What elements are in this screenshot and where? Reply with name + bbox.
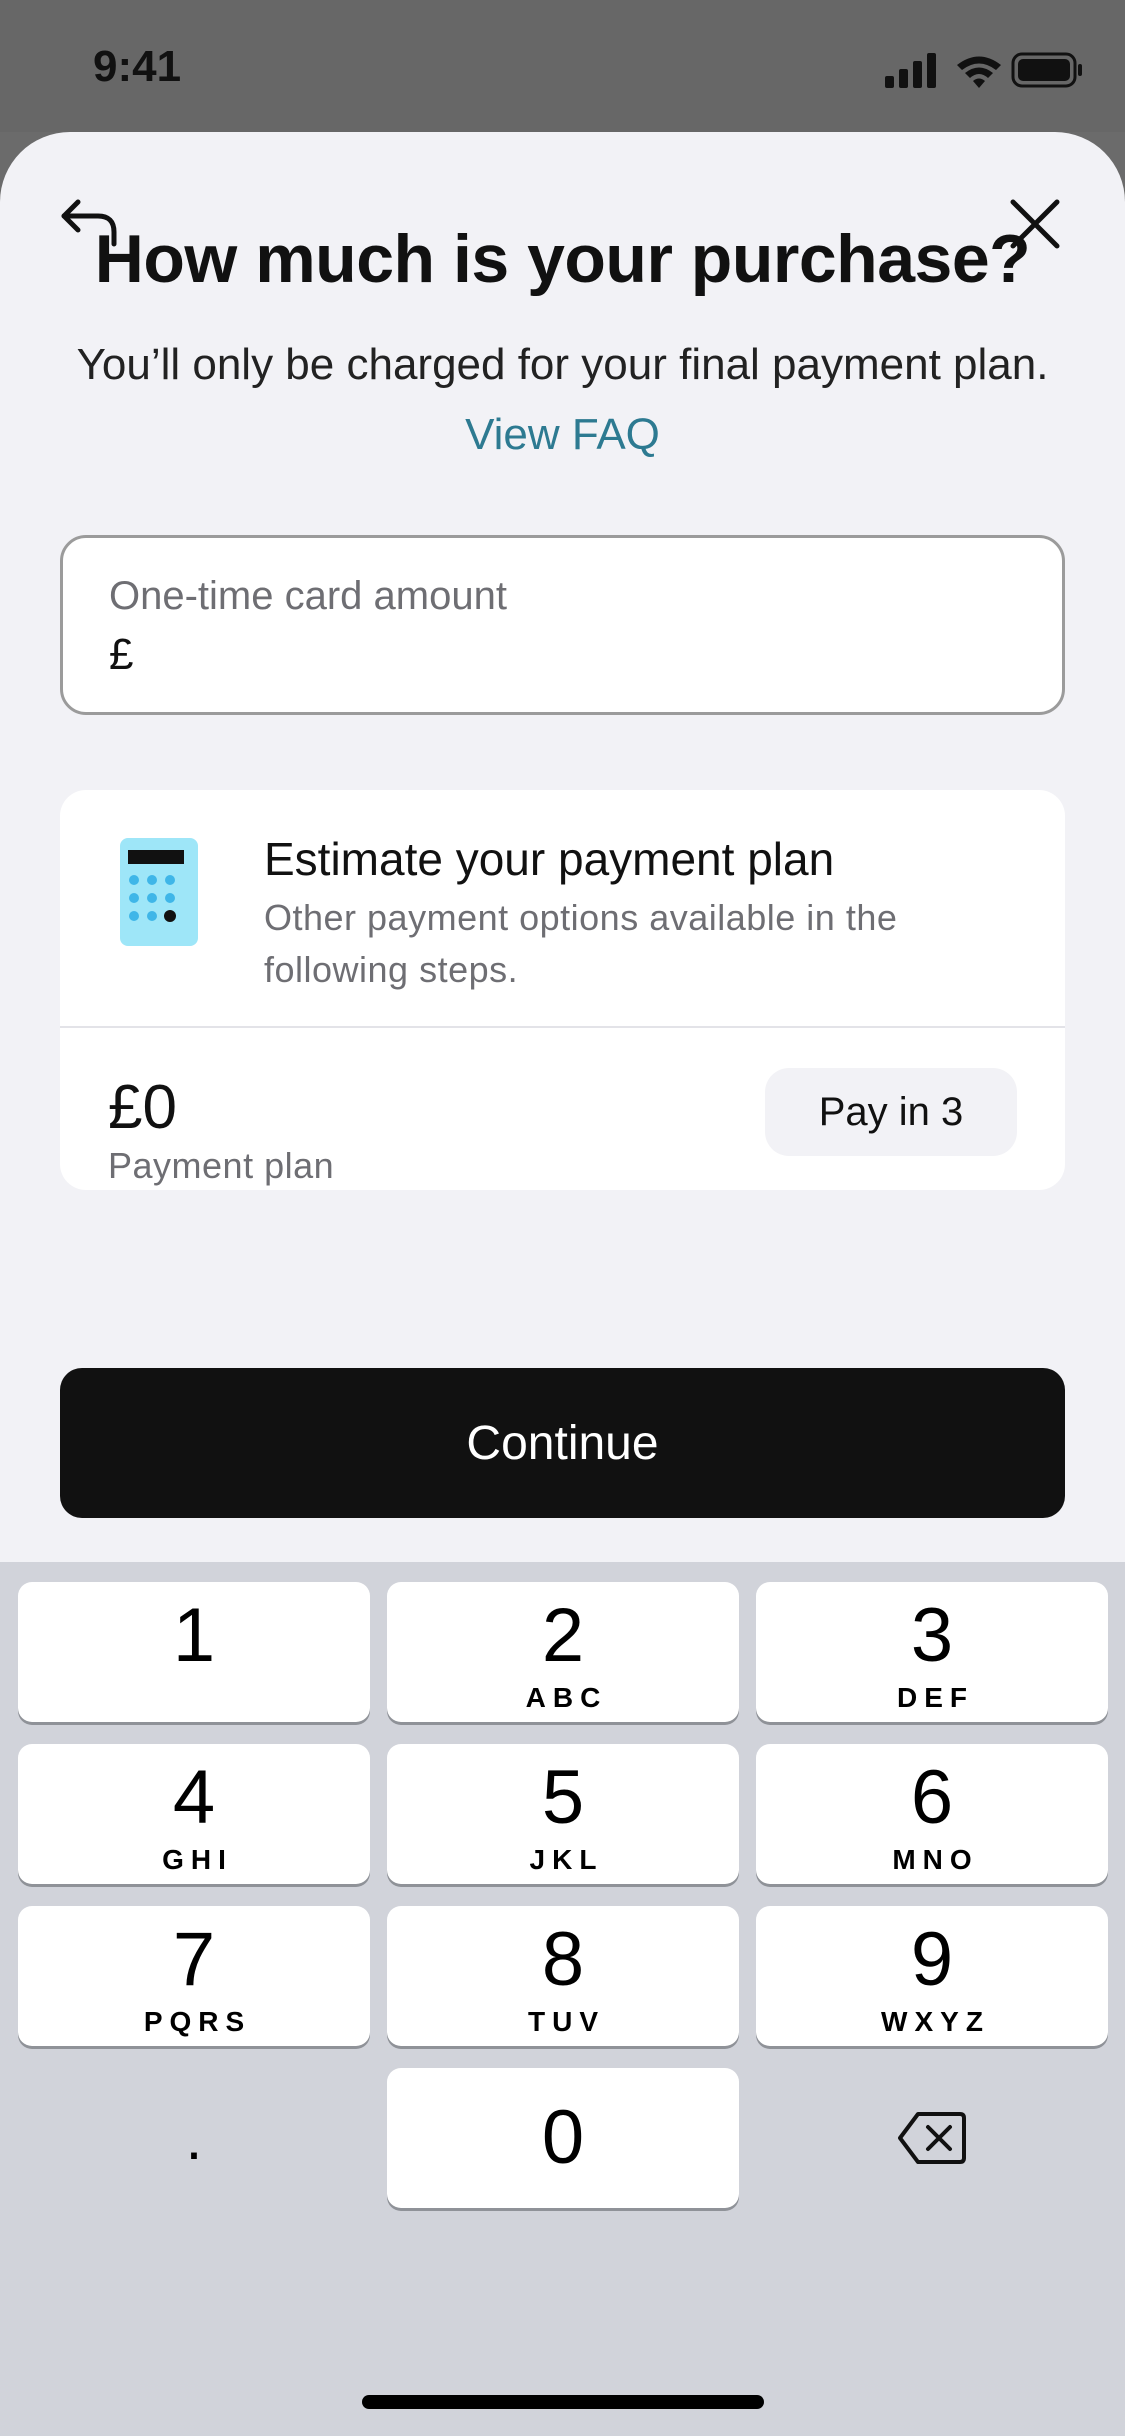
payment-plan-card: Estimate your payment plan Other payment… — [60, 790, 1065, 1190]
key-digit: 4 — [172, 1755, 216, 1840]
home-indicator[interactable] — [362, 2395, 764, 2409]
amount-field-label: One-time card amount — [109, 574, 507, 618]
wifi-icon — [957, 56, 1001, 88]
key-digit: 8 — [541, 1917, 585, 2002]
key-8[interactable]: 8 TUV — [387, 1906, 739, 2046]
page-title: How much is your purchase? — [94, 221, 1031, 297]
key-delete[interactable] — [756, 2068, 1108, 2208]
key-4[interactable]: 4 GHI — [18, 1744, 370, 1884]
key-2[interactable]: 2 ABC — [387, 1582, 739, 1722]
pay-in-3-button[interactable]: Pay in 3 — [765, 1068, 1017, 1156]
cellular-signal-icon — [885, 53, 936, 88]
key-decimal[interactable]: . — [18, 2068, 370, 2208]
plan-heading: Estimate your payment plan — [264, 833, 835, 885]
plan-description: Other payment options available in the f… — [264, 897, 898, 990]
key-digit: 2 — [541, 1593, 585, 1678]
key-letters: ABC — [525, 1682, 608, 1713]
plan-card-header: Estimate your payment plan Other payment… — [60, 790, 1065, 1028]
key-9[interactable]: 9 WXYZ — [756, 1906, 1108, 2046]
key-5[interactable]: 5 JKL — [387, 1744, 739, 1884]
key-digit: 7 — [172, 1917, 216, 2002]
amount-input[interactable] — [143, 628, 1043, 688]
key-3[interactable]: 3 DEF — [756, 1582, 1108, 1722]
key-digit: 6 — [910, 1755, 954, 1840]
battery-icon — [1011, 52, 1082, 88]
status-bar: 9:41 — [0, 0, 1125, 132]
view-faq-link[interactable]: View FAQ — [465, 410, 660, 459]
decimal-symbol: . — [185, 2104, 203, 2172]
currency-prefix: £ — [109, 630, 134, 679]
key-1[interactable]: 1 — [18, 1582, 370, 1722]
key-6[interactable]: 6 MNO — [756, 1744, 1108, 1884]
key-letters: DEF — [897, 1682, 974, 1713]
backspace-icon — [898, 2112, 966, 2164]
key-digit: 0 — [541, 2095, 585, 2180]
plan-amount-caption: Payment plan — [108, 1145, 335, 1186]
plan-amount: £0 — [108, 1073, 177, 1142]
key-digit: 1 — [172, 1593, 216, 1678]
calculator-icon — [120, 838, 200, 953]
page-subtitle: You’ll only be charged for your final pa… — [60, 330, 1065, 470]
amount-field[interactable]: One-time card amount £ — [60, 535, 1065, 715]
status-icons — [885, 50, 1085, 90]
key-7[interactable]: 7 PQRS — [18, 1906, 370, 2046]
subtitle-text: You’ll only be charged for your final pa… — [76, 340, 1049, 389]
continue-button[interactable]: Continue — [60, 1368, 1065, 1518]
key-letters: PQRS — [143, 2006, 252, 2037]
key-digit: 5 — [541, 1755, 585, 1840]
key-0[interactable]: 0 — [387, 2068, 739, 2208]
key-letters: JKL — [529, 1844, 604, 1875]
key-letters: WXYZ — [881, 2006, 990, 2037]
key-letters: MNO — [892, 1844, 979, 1875]
numeric-keypad: 1 2 ABC 3 DEF 4 GHI 5 JKL 6 MNO 7 PQRS 8… — [0, 1562, 1125, 2436]
key-digit: 3 — [910, 1593, 954, 1678]
status-time: 9:41 — [93, 42, 182, 91]
key-digit: 9 — [910, 1917, 954, 2002]
key-letters: TUV — [528, 2006, 605, 2037]
key-letters: GHI — [162, 1844, 233, 1875]
